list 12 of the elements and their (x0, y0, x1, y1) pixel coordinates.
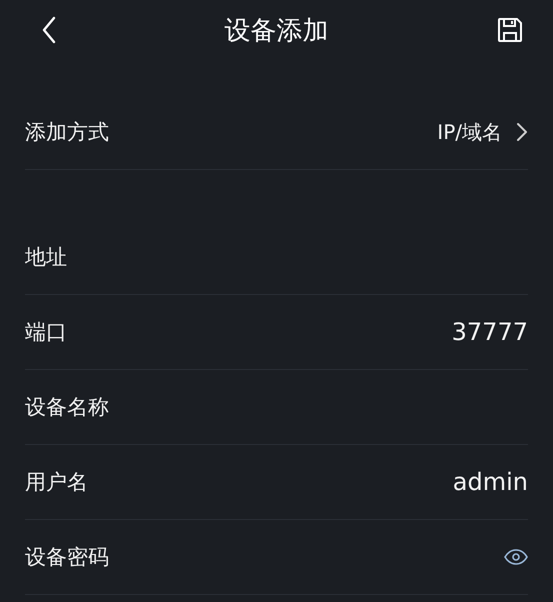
field-label: 端口 (25, 319, 67, 346)
field-label: 设备密码 (25, 544, 109, 571)
field-label: 添加方式 (25, 119, 109, 146)
eye-icon[interactable] (504, 549, 528, 565)
chevron-right-icon (516, 122, 528, 142)
field-label: 地址 (25, 244, 67, 271)
window-title: 设备添加 (224, 14, 330, 48)
value-text: IP/域名 (437, 118, 502, 146)
field-label: 设备名称 (25, 394, 109, 421)
value-text: 37777 (452, 318, 528, 346)
value-text: admin (452, 468, 528, 496)
field-label: 用户名 (25, 469, 88, 496)
